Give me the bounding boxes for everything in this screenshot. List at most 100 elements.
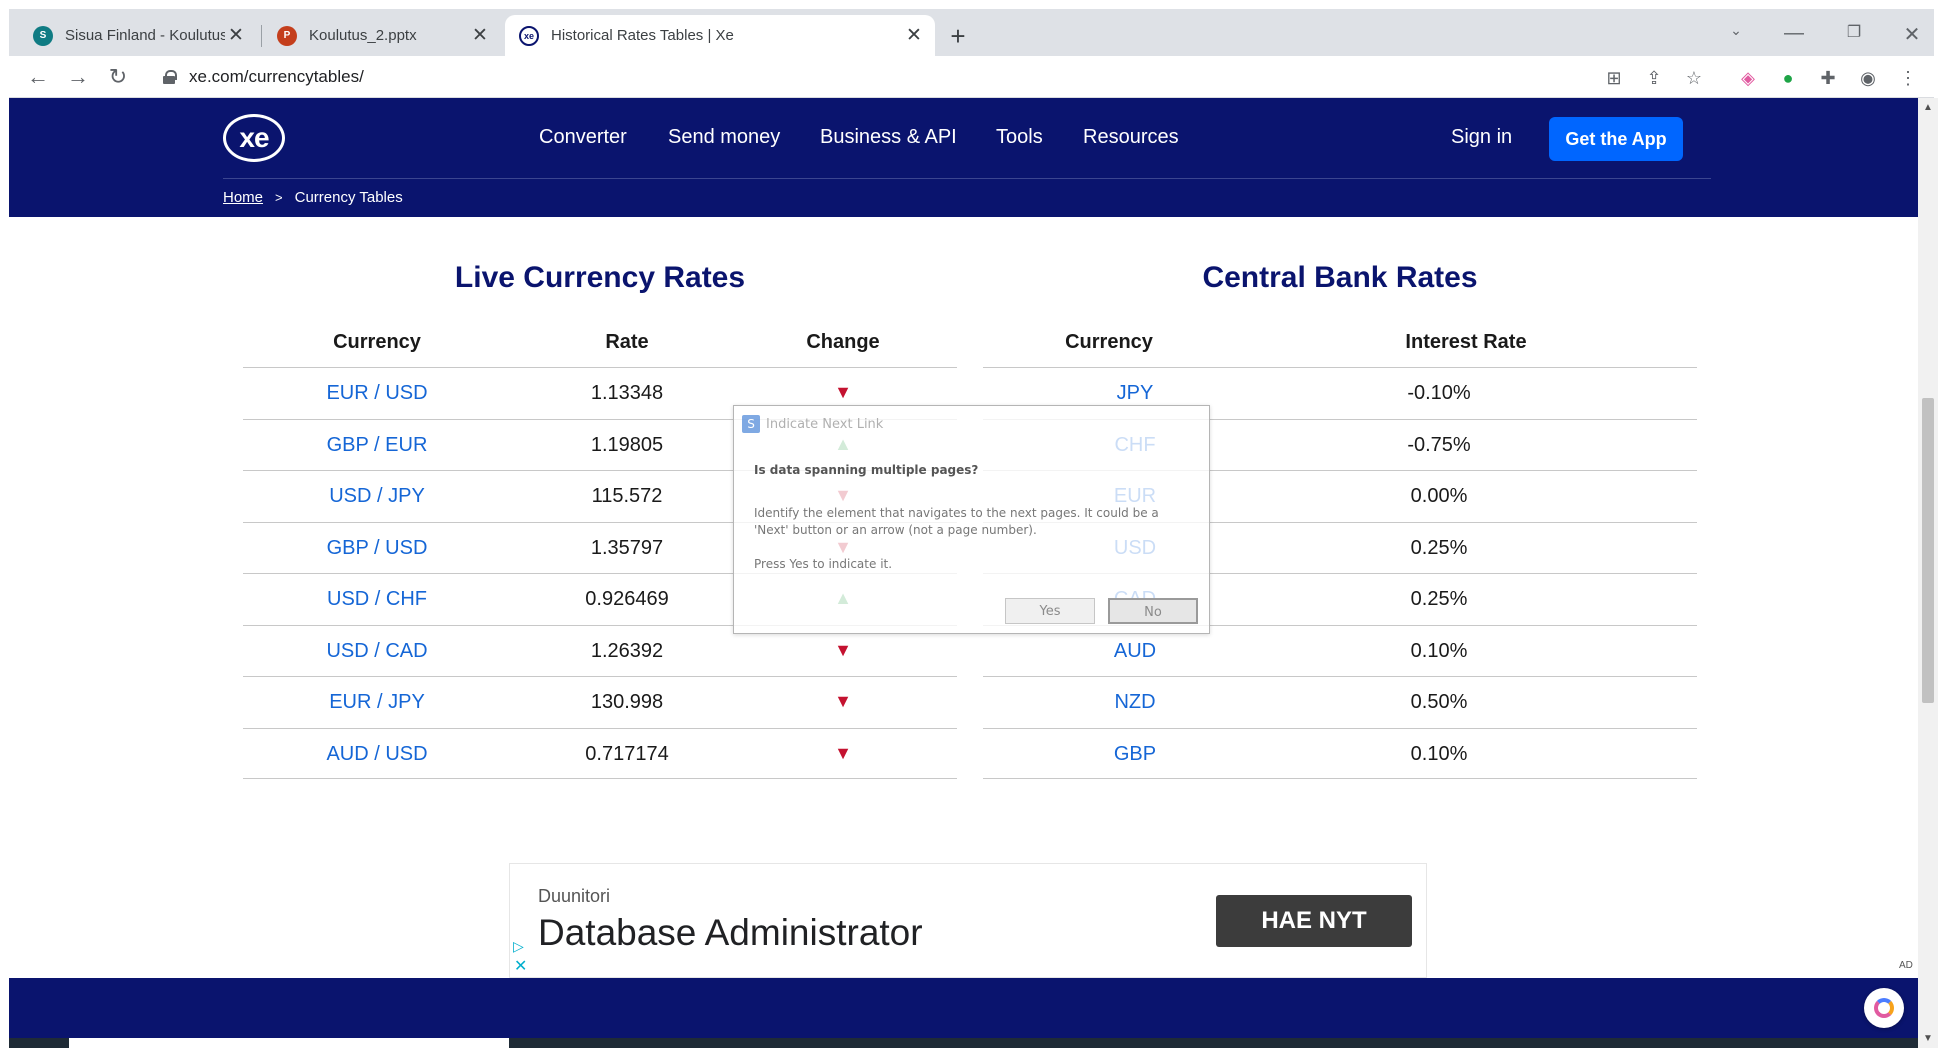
window-close-icon[interactable]: ✕ bbox=[1897, 22, 1927, 47]
ad-brand: Duunitori bbox=[538, 886, 611, 906]
get-the-app-button[interactable]: Get the App bbox=[1549, 117, 1683, 161]
tab-search-icon[interactable]: ⌄ bbox=[1721, 22, 1751, 39]
currency-link[interactable]: AUD bbox=[983, 640, 1287, 663]
tab-close-icon[interactable]: ✕ bbox=[469, 25, 491, 47]
play-extension-icon[interactable]: ● bbox=[1775, 65, 1801, 91]
currency-pair-link[interactable]: USD / CHF bbox=[243, 588, 511, 611]
nav-send-money[interactable]: Send money bbox=[668, 126, 780, 149]
change-down-icon: ▼ bbox=[834, 382, 852, 402]
dialog-title: S Indicate Next Link bbox=[742, 415, 883, 433]
omnibox[interactable]: xe.com/currencytables/ bbox=[149, 61, 1589, 93]
new-tab-button[interactable]: + bbox=[944, 23, 972, 51]
scrollbar-thumb[interactable] bbox=[1922, 398, 1934, 703]
url-text[interactable]: xe.com/currencytables/ bbox=[189, 67, 364, 87]
cb-col-currency: Currency bbox=[1065, 331, 1153, 353]
share-icon[interactable]: ⇪ bbox=[1641, 65, 1667, 91]
change-down-icon: ▼ bbox=[834, 691, 852, 711]
reload-icon[interactable]: ↻ bbox=[103, 62, 133, 92]
table-row: AUD / USD 0.717174 ▼ bbox=[243, 727, 957, 779]
adchoices-play-icon[interactable]: ▷ bbox=[513, 938, 524, 955]
interest-rate-value: -0.75% bbox=[1407, 433, 1471, 456]
taskbar-peek bbox=[9, 1038, 1918, 1048]
currency-link[interactable]: JPY bbox=[983, 382, 1287, 405]
window-top-edge bbox=[0, 0, 1938, 9]
profile-avatar-icon[interactable]: ◉ bbox=[1855, 65, 1881, 91]
yes-button[interactable]: Yes bbox=[1005, 598, 1095, 624]
lock-icon bbox=[163, 70, 177, 84]
tab-title: Historical Rates Tables | Xe bbox=[551, 27, 734, 44]
xe-favicon-icon: xe bbox=[519, 25, 539, 46]
dialog-question: Is data spanning multiple pages? bbox=[754, 463, 979, 477]
currency-pair-link[interactable]: USD / CAD bbox=[243, 640, 511, 663]
ad-close-icon[interactable]: ✕ bbox=[514, 956, 527, 976]
nav-resources[interactable]: Resources bbox=[1083, 126, 1179, 149]
tab-koulutus-pptx[interactable]: P Koulutus_2.pptx ✕ bbox=[263, 15, 501, 56]
ad-banner[interactable]: Duunitori Database Administrator HAE NYT… bbox=[509, 863, 1427, 978]
cb-col-interest-rate: Interest Rate bbox=[1405, 331, 1527, 353]
dialog-title-text: Indicate Next Link bbox=[766, 416, 884, 432]
currency-pair-link[interactable]: EUR / USD bbox=[243, 382, 511, 405]
nav-converter[interactable]: Converter bbox=[539, 126, 627, 149]
interest-rate-value: 0.00% bbox=[1410, 485, 1468, 507]
scroll-up-icon[interactable]: ▲ bbox=[1923, 102, 1933, 113]
xe-logo[interactable]: xe bbox=[223, 114, 285, 162]
rate-value: 1.13348 bbox=[590, 382, 664, 404]
minimize-icon[interactable]: — bbox=[1779, 22, 1809, 45]
tab-bar: S Sisua Finland - Koulutus_2 - Kaikki ✕ … bbox=[9, 9, 1934, 56]
tab-close-icon[interactable]: ✕ bbox=[225, 25, 247, 47]
dialog-instruction: Press Yes to indicate it. bbox=[754, 557, 893, 571]
table-row: EUR / JPY 130.998 ▼ bbox=[243, 676, 957, 728]
ad-cta-button[interactable]: HAE NYT bbox=[1216, 895, 1412, 947]
back-icon[interactable]: ← bbox=[23, 62, 53, 92]
taskbar-window-segment bbox=[69, 1038, 509, 1048]
rate-value: 1.35797 bbox=[590, 536, 664, 559]
interest-rate-value: 0.50% bbox=[1410, 691, 1468, 713]
currency-pair-link[interactable]: AUD / USD bbox=[243, 743, 511, 766]
interest-rate-value: 0.25% bbox=[1410, 588, 1468, 610]
currency-link[interactable]: GBP bbox=[983, 743, 1287, 766]
breadcrumb-current: Currency Tables bbox=[294, 189, 403, 206]
clickup-help-bubble[interactable] bbox=[1864, 988, 1904, 1028]
scroll-down-icon[interactable]: ▼ bbox=[1923, 1033, 1933, 1044]
sharepoint-favicon-icon: S bbox=[33, 25, 53, 46]
translate-icon[interactable]: ⊞ bbox=[1601, 65, 1627, 91]
interest-rate-value: 0.10% bbox=[1410, 639, 1468, 662]
no-button[interactable]: No bbox=[1108, 598, 1198, 624]
clickup-extension-icon[interactable]: ◈ bbox=[1735, 65, 1761, 91]
extensions-puzzle-icon[interactable]: ✚ bbox=[1815, 65, 1841, 91]
sign-in-link[interactable]: Sign in bbox=[1451, 126, 1512, 149]
forward-icon[interactable]: → bbox=[63, 62, 93, 92]
tab-title: Koulutus_2.pptx bbox=[309, 27, 417, 44]
currency-pair-link[interactable]: USD / JPY bbox=[243, 485, 511, 508]
chevron-right-icon: > bbox=[275, 190, 283, 205]
currency-pair-link[interactable]: GBP / USD bbox=[243, 537, 511, 560]
nav-tools[interactable]: Tools bbox=[996, 126, 1043, 149]
tab-sisua[interactable]: S Sisua Finland - Koulutus_2 - Kaikki ✕ bbox=[19, 15, 257, 56]
dialog-body: Identify the element that navigates to t… bbox=[754, 506, 1159, 537]
restore-icon[interactable]: ❐ bbox=[1839, 22, 1869, 42]
menu-kebab-icon[interactable]: ⋮ bbox=[1895, 65, 1921, 91]
rate-value: 115.572 bbox=[591, 485, 663, 507]
table-row: NZD 0.50% bbox=[983, 676, 1697, 728]
rate-value: 1.19805 bbox=[590, 433, 664, 456]
central-bank-title: Central Bank Rates bbox=[1202, 261, 1478, 294]
rate-value: 1.26392 bbox=[590, 639, 664, 662]
tab-close-icon[interactable]: ✕ bbox=[903, 25, 925, 47]
interest-rate-value: 0.10% bbox=[1410, 742, 1468, 765]
live-rates-title: Live Currency Rates bbox=[454, 261, 746, 294]
tab-xe-historical-rates[interactable]: xe Historical Rates Tables | Xe ✕ bbox=[505, 15, 935, 56]
live-col-change: Change bbox=[806, 331, 880, 353]
ad-headline[interactable]: Database Administrator bbox=[538, 912, 923, 954]
interest-rate-value: -0.10% bbox=[1407, 382, 1471, 404]
currency-link[interactable]: NZD bbox=[983, 691, 1287, 714]
bookmark-star-icon[interactable]: ☆ bbox=[1681, 65, 1707, 91]
breadcrumb-home-link[interactable]: Home bbox=[223, 189, 263, 206]
currency-pair-link[interactable]: GBP / EUR bbox=[243, 434, 511, 457]
clickup-logo-icon bbox=[1874, 998, 1894, 1018]
powerpoint-favicon-icon: P bbox=[277, 25, 297, 46]
indicate-next-link-dialog: S Indicate Next Link Is data spanning mu… bbox=[733, 405, 1210, 634]
currency-pair-link[interactable]: EUR / JPY bbox=[243, 691, 511, 714]
live-col-currency: Currency bbox=[333, 331, 421, 353]
page-scrollbar[interactable]: ▲ ▼ bbox=[1918, 98, 1938, 1048]
nav-business-api[interactable]: Business & API bbox=[820, 126, 957, 149]
